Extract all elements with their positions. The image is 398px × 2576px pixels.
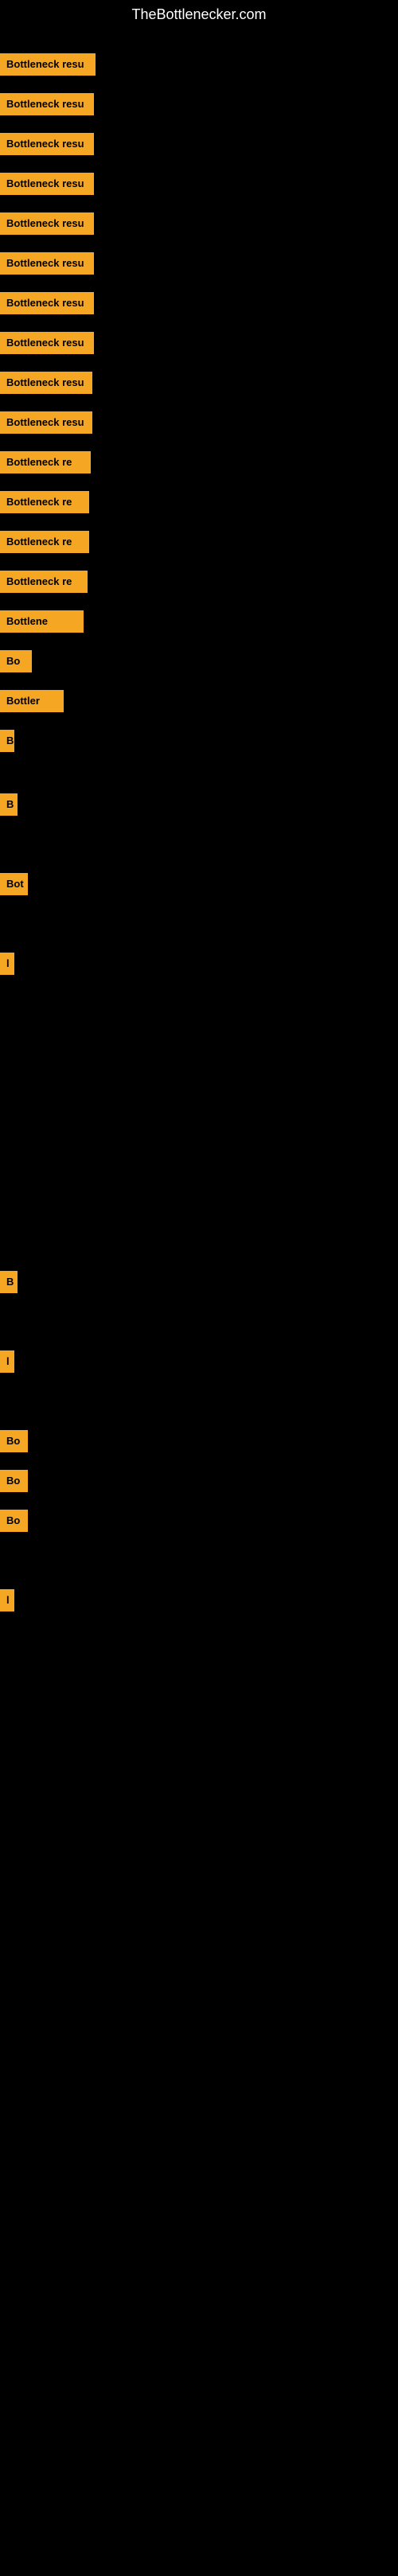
bottleneck-badge[interactable]: B (0, 730, 14, 752)
bottleneck-badge[interactable]: Bottleneck resu (0, 332, 94, 354)
bottleneck-badge[interactable]: Bottleneck re (0, 491, 89, 513)
bottleneck-badge[interactable]: B (0, 793, 18, 816)
bottleneck-badge[interactable]: l (0, 1350, 14, 1373)
bottleneck-badge[interactable]: l (0, 1589, 14, 1611)
bottleneck-badge[interactable]: Bo (0, 1470, 28, 1492)
bottleneck-badge[interactable]: Bottlene (0, 610, 84, 633)
bottleneck-badge[interactable]: Bottleneck resu (0, 212, 94, 235)
bottleneck-badge[interactable]: Bottleneck resu (0, 53, 96, 76)
bottleneck-badge[interactable]: Bottleneck resu (0, 411, 92, 434)
bottleneck-badge[interactable]: Bottleneck resu (0, 292, 94, 314)
bottleneck-badge[interactable]: Bottleneck re (0, 571, 88, 593)
site-title: TheBottlenecker.com (0, 0, 398, 29)
bottleneck-badge[interactable]: Bottleneck resu (0, 93, 94, 115)
bottleneck-badge[interactable]: Bottler (0, 690, 64, 712)
bottleneck-badge[interactable]: Bot (0, 873, 28, 895)
bottleneck-badge[interactable]: B (0, 1271, 18, 1293)
bottleneck-badge[interactable]: Bo (0, 1510, 28, 1532)
bottleneck-badge[interactable]: Bo (0, 650, 32, 672)
bottleneck-badge[interactable]: Bottleneck re (0, 451, 91, 474)
bottleneck-badge[interactable]: Bottleneck resu (0, 252, 94, 275)
bottleneck-badge[interactable]: Bo (0, 1430, 28, 1452)
bottleneck-badge[interactable]: Bottleneck re (0, 531, 89, 553)
bottleneck-badge[interactable]: Bottleneck resu (0, 133, 94, 155)
bottleneck-badge[interactable]: Bottleneck resu (0, 372, 92, 394)
bottleneck-badge[interactable]: l (0, 953, 14, 975)
bottleneck-badge[interactable]: Bottleneck resu (0, 173, 94, 195)
